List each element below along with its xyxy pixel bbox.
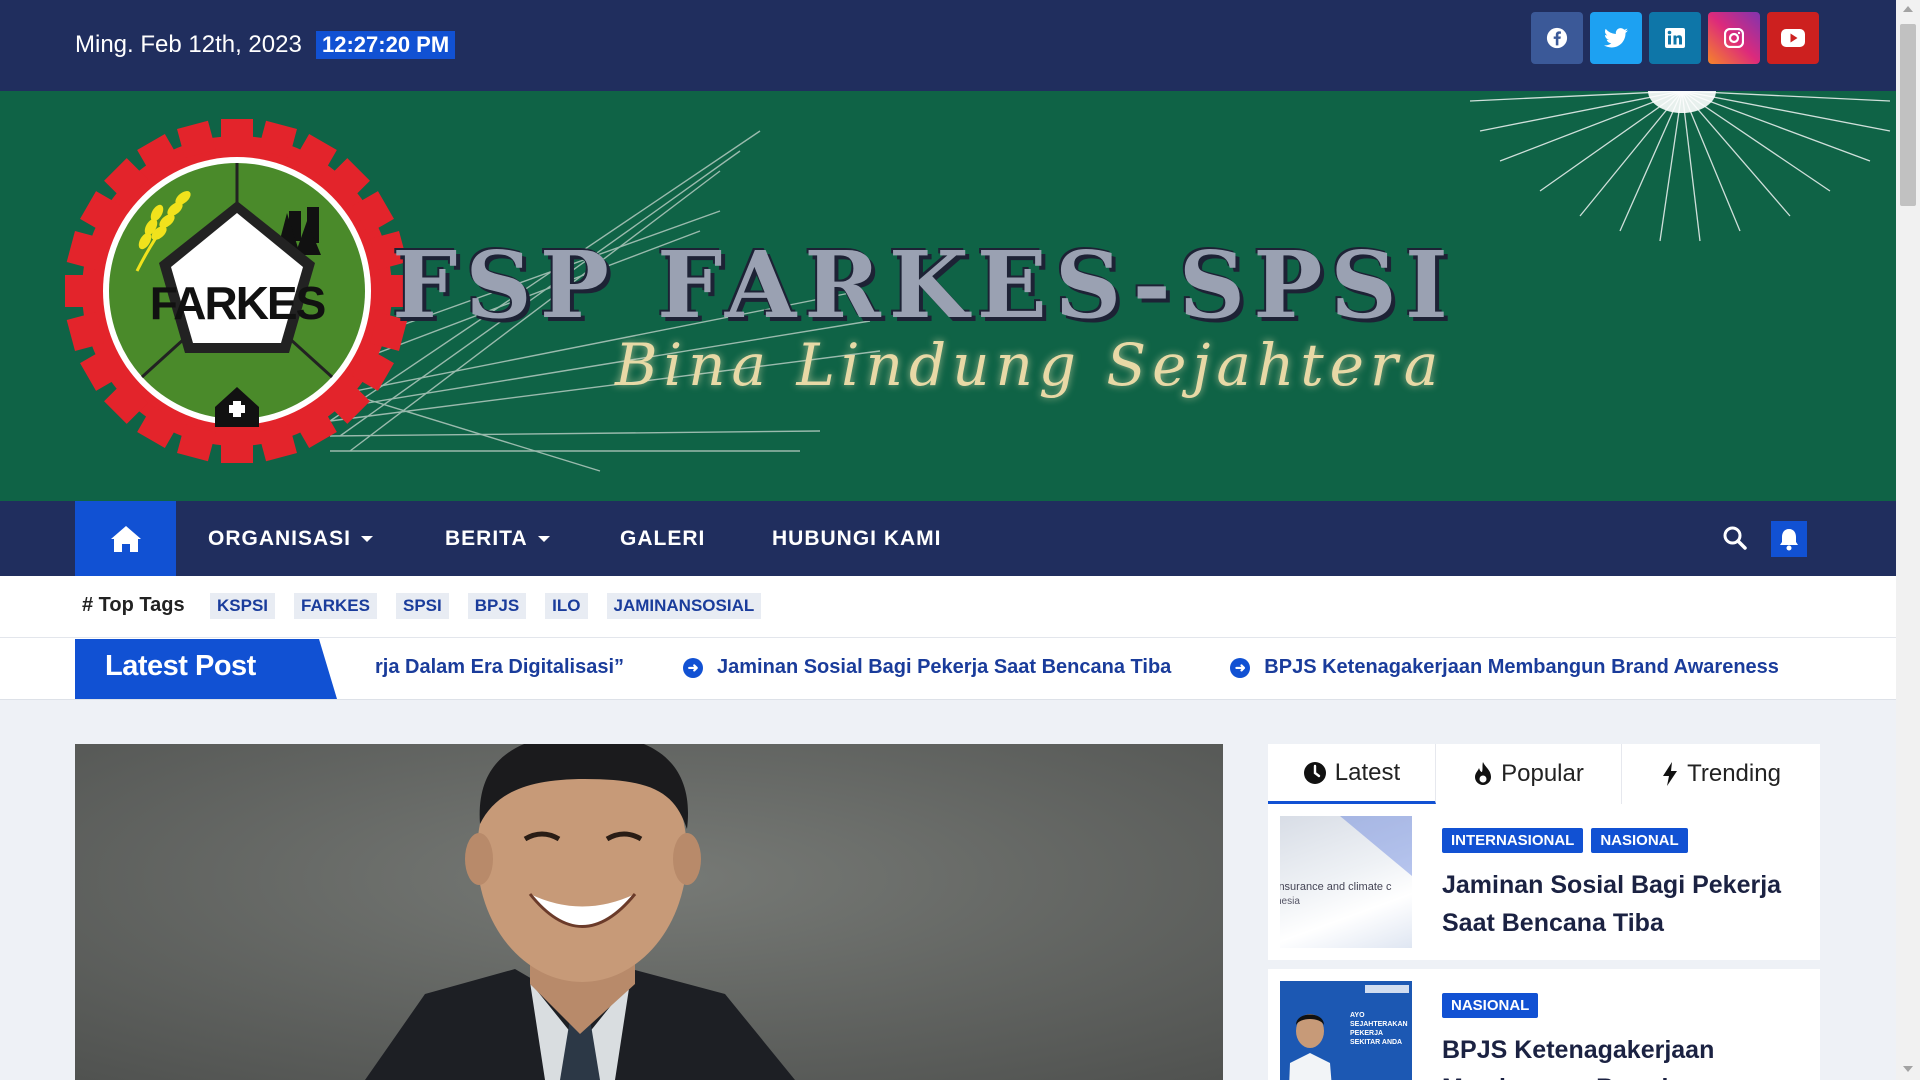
clock-icon xyxy=(1303,761,1326,784)
twitter-link[interactable] xyxy=(1590,12,1642,64)
arrow-circle-right-icon: ➜ xyxy=(683,658,704,678)
arrow-circle-right-icon: ➜ xyxy=(1230,658,1251,678)
main-navigation: ORGANISASI BERITA GALERI HUBUNGI KAMI xyxy=(0,501,1896,576)
featured-post-image[interactable] xyxy=(75,744,1223,1080)
search-icon xyxy=(1723,526,1747,550)
ticker-item[interactable]: ➜ BPJS Ketenagakerjaan Membangun Brand Aw… xyxy=(1230,656,1779,679)
nav-item-berita[interactable]: BERITA xyxy=(445,501,550,576)
tab-latest[interactable]: Latest xyxy=(1268,744,1436,804)
page-scrollbar[interactable] xyxy=(1896,0,1920,1080)
svg-text:SEJAHTERAKAN: SEJAHTERAKAN xyxy=(1350,1021,1408,1028)
fire-icon xyxy=(1475,762,1492,785)
ticker-item-text: Jaminan Sosial Bagi Pekerja Saat Bencana… xyxy=(717,656,1172,678)
chevron-down-icon xyxy=(361,536,374,543)
tab-label: Trending xyxy=(1687,760,1781,787)
ticker-item[interactable]: ➜ Jaminan Sosial Bagi Pekerja Saat Bencan… xyxy=(683,656,1171,679)
category-badge[interactable]: NASIONAL xyxy=(1442,993,1539,1018)
current-time: 12:27:20 PM xyxy=(316,31,456,59)
ticker-item-text: BPJS Ketenagakerjaan Membangun Brand Awa… xyxy=(1264,656,1779,678)
ticker-item-text: rja Dalam Era Digitalisasi” xyxy=(375,656,625,678)
svg-text:AYO: AYO xyxy=(1350,1012,1365,1019)
home-button[interactable] xyxy=(75,501,176,576)
post-thumbnail[interactable]: insurance and climate c nesia xyxy=(1280,816,1412,948)
site-tagline: Bina Lindung Sejahtera xyxy=(615,331,1445,399)
post-categories: NASIONAL xyxy=(1442,993,1539,1018)
post-title[interactable]: Jaminan Sosial Bagi Pekerja Saat Bencana… xyxy=(1442,866,1802,942)
svg-text:PEKERJA: PEKERJA xyxy=(1350,1030,1383,1037)
top-tags-label: # Top Tags xyxy=(82,594,185,616)
nav-label: HUBUNGI KAMI xyxy=(772,527,942,550)
ticker-track: rja Dalam Era Digitalisasi” ➜ Jaminan Sosi… xyxy=(375,656,1820,684)
site-banner[interactable]: FARKES FSP FARKES-SPSI Bina Lindung Seja… xyxy=(0,91,1896,501)
post-thumbnail[interactable]: AYO SEJAHTERAKAN PEKERJA SEKITAR ANDA xyxy=(1280,981,1412,1080)
nav-label: ORGANISASI xyxy=(208,527,352,550)
sidebar-tabs: Latest Popular Trending xyxy=(1268,744,1820,804)
nav-item-hubungi-kami[interactable]: HUBUNGI KAMI xyxy=(772,501,942,576)
post-categories: INTERNASIONAL NASIONAL xyxy=(1442,828,1688,853)
post-title[interactable]: BPJS Ketenagakerjaan Membangun Brand xyxy=(1442,1031,1802,1080)
tag-spsi[interactable]: SPSI xyxy=(396,593,449,619)
sidebar-post[interactable]: AYO SEJAHTERAKAN PEKERJA SEKITAR ANDA NA… xyxy=(1268,969,1820,1080)
bolt-icon xyxy=(1663,762,1678,786)
facebook-link[interactable] xyxy=(1531,12,1583,64)
category-badge[interactable]: INTERNASIONAL xyxy=(1442,828,1584,853)
farkes-logo: FARKES xyxy=(65,119,409,463)
tag-jaminansosial[interactable]: JAMINANSOSIAL xyxy=(606,593,762,619)
nav-item-organisasi[interactable]: ORGANISASI xyxy=(208,501,374,576)
top-tags-bar: # Top Tags KSPSI FARKES SPSI BPJS ILO JA… xyxy=(0,576,1896,638)
linkedin-link[interactable] xyxy=(1649,12,1701,64)
nav-item-galeri[interactable]: GALERI xyxy=(620,501,705,576)
notification-button[interactable] xyxy=(1771,521,1807,557)
latest-post-heading-box: Latest Post xyxy=(75,639,337,699)
thumbnail-caption: insurance and climate c xyxy=(1280,881,1392,893)
svg-text:nesia: nesia xyxy=(1280,896,1300,907)
instagram-icon xyxy=(1724,28,1744,48)
youtube-icon xyxy=(1781,29,1805,47)
tab-label: Popular xyxy=(1501,760,1584,787)
chevron-down-icon xyxy=(537,536,550,543)
linkedin-icon xyxy=(1665,28,1685,48)
site-title: FSP FARKES-SPSI xyxy=(392,231,1456,339)
tag-bpjs[interactable]: BPJS xyxy=(467,593,527,619)
thumbnail-image: insurance and climate c nesia xyxy=(1280,816,1412,907)
sidebar-post[interactable]: insurance and climate c nesia INTERNASIO… xyxy=(1268,804,1820,960)
tab-trending[interactable]: Trending xyxy=(1622,744,1820,804)
tab-label: Latest xyxy=(1334,758,1401,786)
nav-label: GALERI xyxy=(620,527,706,550)
instagram-link[interactable] xyxy=(1708,12,1760,64)
latest-post-heading: Latest Post xyxy=(105,650,256,682)
home-icon xyxy=(110,525,141,552)
tag-ilo[interactable]: ILO xyxy=(545,593,588,619)
scroll-down-arrow-icon[interactable] xyxy=(1903,1066,1913,1072)
logo-text: FARKES xyxy=(150,277,325,329)
tag-kspsi[interactable]: KSPSI xyxy=(210,593,276,619)
scroll-up-arrow-icon[interactable] xyxy=(1903,6,1913,12)
tab-popular[interactable]: Popular xyxy=(1436,744,1622,804)
latest-post-ticker: Latest Post rja Dalam Era Digitalisasi” ➜… xyxy=(0,638,1896,700)
thumbnail-image: AYO SEJAHTERAKAN PEKERJA SEKITAR ANDA xyxy=(1280,981,1412,1080)
bell-icon xyxy=(1780,529,1798,551)
top-bar: Ming. Feb 12th, 2023 12:27:20 PM xyxy=(0,0,1896,91)
nav-label: BERITA xyxy=(445,527,528,550)
category-badge[interactable]: NASIONAL xyxy=(1591,828,1688,853)
social-links xyxy=(1531,12,1819,64)
twitter-icon xyxy=(1604,28,1628,48)
tag-list: KSPSI FARKES SPSI BPJS ILO JAMINANSOSIAL xyxy=(210,593,762,619)
tag-farkes[interactable]: FARKES xyxy=(294,593,377,619)
search-button[interactable] xyxy=(1722,525,1748,556)
scrollbar-thumb[interactable] xyxy=(1900,24,1916,206)
ticker-item[interactable]: rja Dalam Era Digitalisasi” xyxy=(375,656,624,679)
facebook-icon xyxy=(1546,27,1568,49)
featured-photo xyxy=(75,744,1223,1080)
current-date: Ming. Feb 12th, 2023 xyxy=(75,31,302,58)
svg-text:SEKITAR ANDA: SEKITAR ANDA xyxy=(1350,1039,1402,1046)
youtube-link[interactable] xyxy=(1767,12,1819,64)
